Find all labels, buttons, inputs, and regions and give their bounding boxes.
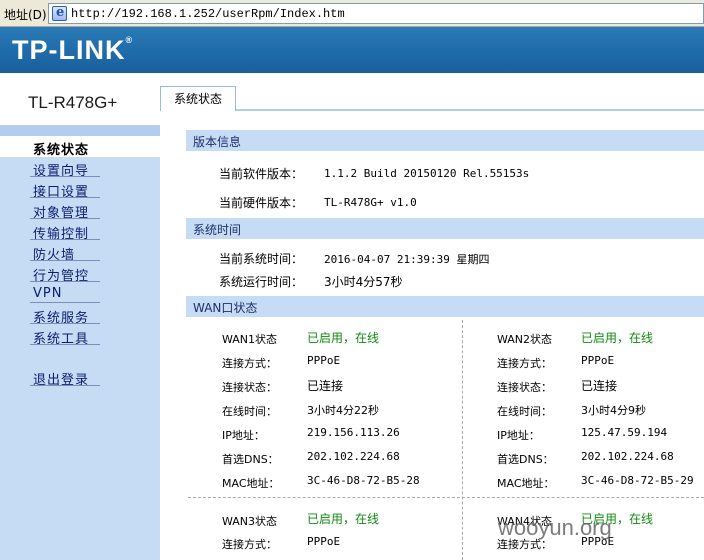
wan2-conn-state: 已连接 — [581, 379, 618, 393]
wan3-status: 已启用，在线 — [307, 512, 380, 526]
wan2-ip: 125.47.59.194 — [581, 426, 668, 439]
wan2-mac: 3C-46-D8-72-B5-29 — [581, 474, 694, 487]
wan2-online-time-label: 在线时间： — [497, 405, 552, 418]
url-input[interactable]: http://192.168.1.252/userRpm/Index.htm — [48, 3, 704, 24]
section-version: 版本信息 — [186, 130, 704, 151]
address-bar: 地址(D) http://192.168.1.252/userRpm/Index… — [0, 0, 704, 27]
wan3-name: WAN3状态 — [222, 515, 278, 528]
wan1-conn-state-label: 连接状态： — [222, 381, 277, 394]
url-text[interactable]: http://192.168.1.252/userRpm/Index.htm — [71, 7, 345, 21]
wan2-conn-state-label: 连接状态： — [497, 381, 552, 394]
wan1-conn-type: PPPoE — [307, 354, 341, 367]
menu-item-tools[interactable]: 系统工具 — [0, 325, 160, 347]
menu-item-services[interactable]: 系统服务 — [0, 304, 160, 326]
wan2-name: WAN2状态 — [497, 333, 553, 346]
software-version-label: 当前软件版本： — [219, 167, 304, 181]
wan1-status: 已启用，在线 — [307, 331, 380, 345]
wan2-conn-type-label: 连接方式： — [497, 357, 552, 370]
wan1-online-time: 3小时4分22秒 — [307, 404, 379, 417]
wan2-ip-label: IP地址： — [497, 429, 540, 442]
wan1-conn-type-label: 连接方式： — [222, 357, 277, 370]
hardware-version-label: 当前硬件版本： — [219, 196, 304, 210]
wan1-mac-label: MAC地址： — [222, 477, 280, 490]
wan1-dns-label: 首选DNS： — [222, 453, 279, 466]
section-system-time: 系统时间 — [186, 218, 704, 239]
wan2-status: 已启用，在线 — [581, 331, 654, 345]
sidebar-menu: 系统状态 设置向导 接口设置 对象管理 传输控制 防火墙 行为管控 VPN 系统… — [0, 136, 160, 388]
hardware-version-value: TL-R478G+ v1.0 — [324, 196, 417, 209]
system-time-value: 2016-04-07 21:39:39 星期四 — [324, 253, 490, 266]
menu-item-firewall[interactable]: 防火墙 — [0, 241, 160, 263]
wan1-online-time-label: 在线时间： — [222, 405, 277, 418]
menu-item-setup-wizard[interactable]: 设置向导 — [0, 157, 160, 179]
model-name: TL-R478G+ — [28, 93, 118, 112]
watermark: wooyun.org — [498, 515, 612, 540]
uptime-label: 系统运行时间： — [219, 275, 304, 289]
wan-row-divider — [188, 497, 704, 498]
tab-strip — [160, 73, 704, 111]
menu-item-system-status[interactable]: 系统状态 — [0, 136, 160, 158]
system-time-label: 当前系统时间： — [219, 252, 304, 266]
software-version-value: 1.1.2 Build 20150120 Rel.55153s — [324, 167, 530, 180]
tab-system-status[interactable]: 系统状态 — [160, 86, 236, 111]
wan2-dns: 202.102.224.68 — [581, 450, 674, 463]
section-wan-status: WAN口状态 — [186, 296, 704, 317]
menu-item-interface[interactable]: 接口设置 — [0, 178, 160, 200]
address-label: 地址(D) — [4, 8, 47, 22]
menu-item-objects[interactable]: 对象管理 — [0, 199, 160, 221]
wan2-online-time: 3小时4分9秒 — [581, 404, 646, 417]
wan1-dns: 202.102.224.68 — [307, 450, 400, 463]
menu-item-vpn[interactable]: VPN — [0, 283, 160, 304]
logout-link[interactable]: 退出登录 — [0, 366, 160, 388]
header-banner: TP-LINK® — [0, 27, 704, 73]
wan2-dns-label: 首选DNS： — [497, 453, 554, 466]
tp-link-logo: TP-LINK® — [12, 35, 134, 65]
wan1-ip: 219.156.113.26 — [307, 426, 400, 439]
wan1-mac: 3C-46-D8-72-B5-28 — [307, 474, 420, 487]
wan1-ip-label: IP地址： — [222, 429, 265, 442]
wan1-conn-state: 已连接 — [307, 379, 344, 393]
wan3-conn-type-label: 连接方式： — [222, 538, 277, 551]
menu-item-transmission[interactable]: 传输控制 — [0, 220, 160, 242]
uptime-value: 3小时4分57秒 — [324, 275, 403, 289]
menu-item-behavior[interactable]: 行为管控 — [0, 262, 160, 284]
wan2-conn-type: PPPoE — [581, 354, 615, 367]
wan3-conn-type: PPPoE — [307, 535, 341, 548]
ie-page-icon — [52, 5, 67, 21]
wan-column-divider — [462, 320, 463, 560]
wan2-mac-label: MAC地址： — [497, 477, 555, 490]
wan1-name: WAN1状态 — [222, 333, 278, 346]
